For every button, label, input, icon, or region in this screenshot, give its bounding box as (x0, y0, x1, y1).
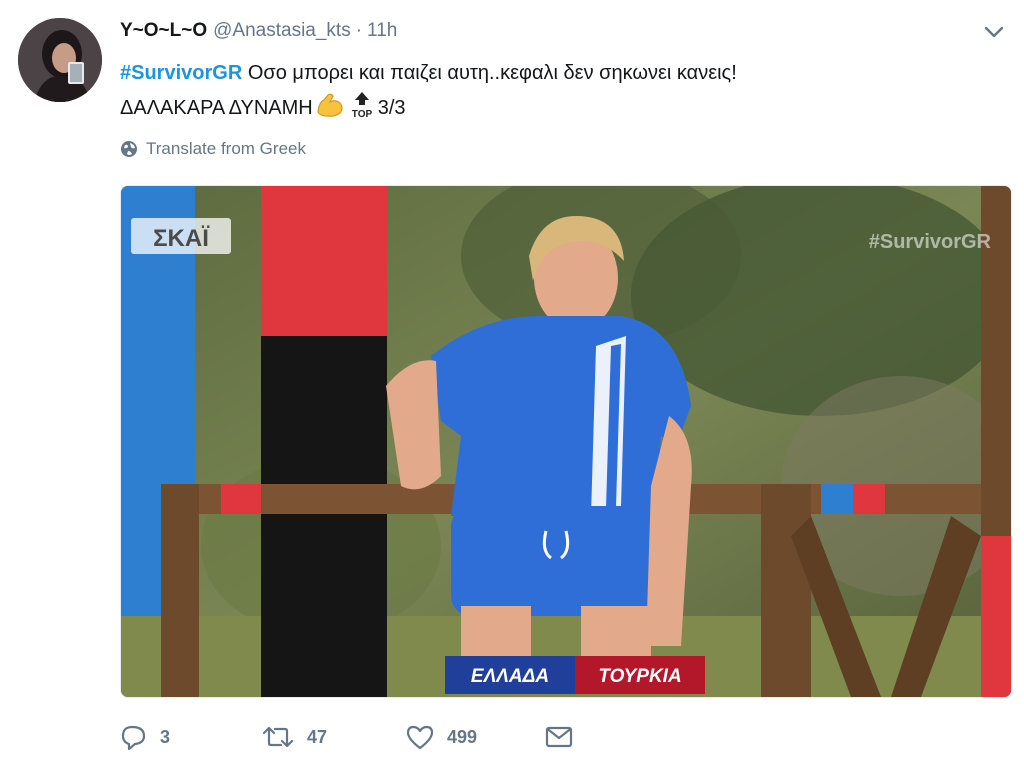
chevron-down-icon (984, 26, 1004, 38)
tweet-actions: 3 47 499 (120, 720, 585, 754)
reply-count: 3 (160, 726, 171, 747)
media-photo: ΣΚΑΪ #SurvivorGR ΕΛΛΑΔΑ ΤΟΥΡΚΙΑ (121, 186, 1011, 697)
tweet-text: #SurvivorGR Οσο μπορει και παιζει αυτη..… (120, 56, 737, 131)
tweet-text-line-1: #SurvivorGR Οσο μπορει και παιζει αυτη..… (120, 56, 737, 90)
user-handle[interactable]: @Anastasia_kts (213, 20, 351, 42)
tweet-text-emphasis: ΔΑΛΑΚΑΡΑ ΔΥΝΑΜΗ (120, 97, 313, 119)
display-name[interactable]: Y~O~L~O (120, 20, 207, 42)
tweet-text-line-2: ΔΑΛΑΚΑΡΑ ΔΥΝΑΜΗ TOP 3/3 (120, 90, 737, 131)
svg-text:TOP: TOP (352, 109, 373, 120)
retweet-count: 47 (307, 726, 328, 747)
tweet-media[interactable]: ΣΚΑΪ #SurvivorGR ΕΛΛΑΔΑ ΤΟΥΡΚΙΑ (120, 185, 1012, 698)
tweet-text-suffix: 3/3 (377, 97, 406, 119)
scoreboard-left: ΕΛΛΑΔΑ (471, 666, 549, 687)
tweet-text-body: Οσο μπορει και παιζει αυτη..κεφαλι δεν σ… (242, 62, 737, 84)
direct-message-button[interactable] (545, 726, 585, 748)
timestamp[interactable]: 11h (367, 20, 397, 42)
more-options-button[interactable] (980, 18, 1008, 46)
scoreboard-right: ΤΟΥΡΚΙΑ (598, 666, 681, 687)
like-button[interactable]: 499 (405, 724, 545, 750)
avatar[interactable] (18, 18, 102, 102)
retweet-icon (262, 726, 294, 748)
translate-label: Translate from Greek (146, 139, 306, 158)
watermark: #SurvivorGR (869, 231, 992, 253)
avatar-image (18, 18, 102, 102)
flexed-biceps-icon (315, 92, 345, 129)
reply-icon (121, 725, 146, 750)
retweet-button[interactable]: 47 (261, 724, 405, 750)
globe-icon (121, 141, 137, 157)
reply-button[interactable]: 3 (120, 724, 261, 750)
tweet-header: Y~O~L~O @Anastasia_kts · 11h (120, 20, 397, 44)
translate-link[interactable]: Translate from Greek (120, 137, 306, 161)
like-count: 499 (447, 726, 478, 747)
heart-icon (406, 725, 434, 750)
envelope-icon (545, 726, 573, 748)
channel-logo: ΣΚΑΪ (153, 225, 210, 252)
hashtag-link[interactable]: #SurvivorGR (120, 62, 242, 84)
top-arrow-icon: TOP (347, 90, 377, 131)
header-separator: · (355, 20, 363, 41)
